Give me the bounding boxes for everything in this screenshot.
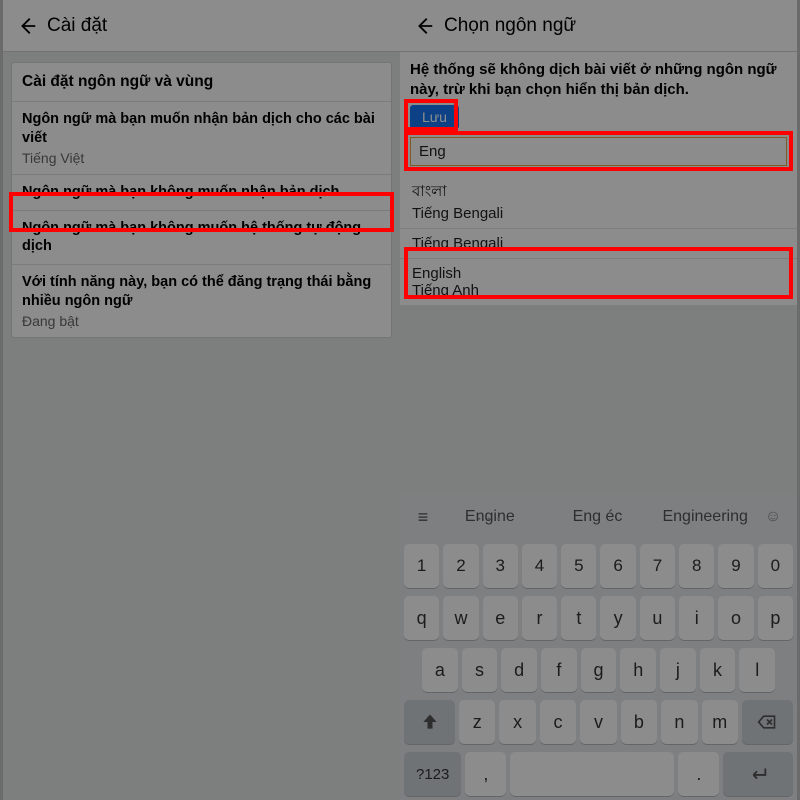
key-z[interactable]: z bbox=[459, 700, 495, 744]
keyboard-menu-icon[interactable]: ≡ bbox=[410, 507, 436, 528]
backspace-icon bbox=[757, 712, 777, 732]
key-7[interactable]: 7 bbox=[640, 544, 675, 588]
arrow-left-icon bbox=[413, 15, 435, 37]
settings-row-highlighted[interactable]: Ngôn ngữ mà bạn không muốn hệ thống tự đ… bbox=[12, 211, 391, 266]
key-s[interactable]: s bbox=[462, 648, 498, 692]
key-j[interactable]: j bbox=[660, 648, 696, 692]
settings-row[interactable]: Với tính năng này, bạn có thể đăng trạng… bbox=[12, 265, 391, 337]
key-l[interactable]: l bbox=[739, 648, 775, 692]
key-t[interactable]: t bbox=[561, 596, 596, 640]
soft-keyboard: ≡ Engine• • • Eng éc Engineering ☺ 1 2 3… bbox=[400, 494, 797, 800]
language-native: English bbox=[412, 265, 785, 282]
key-g[interactable]: g bbox=[581, 648, 617, 692]
key-3[interactable]: 3 bbox=[483, 544, 518, 588]
language-row-english[interactable]: English Tiếng Anh bbox=[400, 259, 797, 306]
key-0[interactable]: 0 bbox=[758, 544, 793, 588]
key-f[interactable]: f bbox=[541, 648, 577, 692]
right-screen: Chọn ngôn ngữ Hệ thống sẽ không dịch bài… bbox=[400, 0, 797, 800]
key-m[interactable]: m bbox=[702, 700, 738, 744]
key-q[interactable]: q bbox=[404, 596, 439, 640]
key-2[interactable]: 2 bbox=[443, 544, 478, 588]
space-key[interactable] bbox=[510, 752, 674, 796]
emoji-icon[interactable]: ☺ bbox=[759, 508, 787, 526]
settings-row[interactable]: Ngôn ngữ mà bạn không muốn nhận bản dịch bbox=[12, 175, 391, 211]
key-8[interactable]: 8 bbox=[679, 544, 714, 588]
key-c[interactable]: c bbox=[540, 700, 576, 744]
row-title: Với tính năng này, bạn có thể đăng trạng… bbox=[22, 273, 381, 311]
group-title: Cài đặt ngôn ngữ và vùng bbox=[12, 63, 391, 102]
settings-group: Cài đặt ngôn ngữ và vùng Ngôn ngữ mà bạn… bbox=[11, 62, 392, 338]
period-key[interactable]: . bbox=[678, 752, 719, 796]
search-wrap bbox=[400, 135, 797, 174]
description-text: Hệ thống sẽ không dịch bài viết ở những … bbox=[400, 52, 797, 105]
arrow-left-icon bbox=[16, 15, 38, 37]
save-wrap: Lưu bbox=[400, 105, 797, 135]
shift-key[interactable] bbox=[404, 700, 455, 744]
key-row-bottom: ?123 , . bbox=[400, 748, 797, 800]
suggestion-word[interactable]: Engineering bbox=[651, 508, 759, 526]
row-title: Ngôn ngữ mà bạn không muốn nhận bản dịch bbox=[22, 183, 381, 202]
shift-icon bbox=[420, 712, 440, 732]
settings-row[interactable]: Ngôn ngữ mà bạn muốn nhận bản dịch cho c… bbox=[12, 102, 391, 175]
left-screen: Cài đặt Cài đặt ngôn ngữ và vùng Ngôn ng… bbox=[3, 0, 400, 800]
key-u[interactable]: u bbox=[640, 596, 675, 640]
key-1[interactable]: 1 bbox=[404, 544, 439, 588]
row-sub: Đang bật bbox=[22, 313, 381, 329]
left-header: Cài đặt bbox=[3, 0, 400, 52]
suggestion-word[interactable]: Eng éc bbox=[544, 508, 652, 526]
key-n[interactable]: n bbox=[661, 700, 697, 744]
key-9[interactable]: 9 bbox=[718, 544, 753, 588]
save-button[interactable]: Lưu bbox=[410, 105, 459, 129]
enter-key[interactable] bbox=[723, 752, 793, 796]
key-k[interactable]: k bbox=[700, 648, 736, 692]
language-local: Tiếng Bengali bbox=[412, 205, 785, 222]
key-a[interactable]: a bbox=[422, 648, 458, 692]
suggestion-word[interactable]: Engine• • • bbox=[436, 508, 544, 526]
key-4[interactable]: 4 bbox=[522, 544, 557, 588]
language-row[interactable]: বাংলা Tiếng Bengali bbox=[400, 174, 797, 229]
key-6[interactable]: 6 bbox=[600, 544, 635, 588]
language-row[interactable]: Tiếng Bengali bbox=[400, 229, 797, 259]
key-v[interactable]: v bbox=[580, 700, 616, 744]
backspace-key[interactable] bbox=[742, 700, 793, 744]
key-o[interactable]: o bbox=[718, 596, 753, 640]
key-r[interactable]: r bbox=[522, 596, 557, 640]
enter-icon bbox=[747, 763, 769, 785]
key-i[interactable]: i bbox=[679, 596, 714, 640]
key-b[interactable]: b bbox=[621, 700, 657, 744]
comma-key[interactable]: , bbox=[465, 752, 506, 796]
symbols-key[interactable]: ?123 bbox=[404, 752, 461, 796]
key-e[interactable]: e bbox=[483, 596, 518, 640]
suggestion-bar: ≡ Engine• • • Eng éc Engineering ☺ bbox=[400, 494, 797, 540]
key-row-z: z x c v b n m bbox=[400, 696, 797, 748]
language-local: Tiếng Bengali bbox=[412, 235, 785, 252]
row-sub: Tiếng Việt bbox=[22, 150, 381, 166]
left-header-title: Cài đặt bbox=[47, 15, 107, 37]
key-p[interactable]: p bbox=[758, 596, 793, 640]
key-h[interactable]: h bbox=[620, 648, 656, 692]
language-native: বাংলা bbox=[412, 180, 785, 205]
key-5[interactable]: 5 bbox=[561, 544, 596, 588]
key-y[interactable]: y bbox=[600, 596, 635, 640]
row-title: Ngôn ngữ mà bạn không muốn hệ thống tự đ… bbox=[22, 219, 381, 257]
key-row-numbers: 1 2 3 4 5 6 7 8 9 0 bbox=[400, 540, 797, 592]
key-w[interactable]: w bbox=[443, 596, 478, 640]
key-row-a: a s d f g h j k l bbox=[400, 644, 797, 696]
row-title: Ngôn ngữ mà bạn muốn nhận bản dịch cho c… bbox=[22, 110, 381, 148]
language-search-input[interactable] bbox=[410, 137, 787, 166]
key-row-q: q w e r t y u i o p bbox=[400, 592, 797, 644]
key-x[interactable]: x bbox=[499, 700, 535, 744]
back-button[interactable] bbox=[11, 10, 43, 42]
language-local: Tiếng Anh bbox=[412, 282, 785, 299]
key-d[interactable]: d bbox=[501, 648, 537, 692]
back-button[interactable] bbox=[408, 10, 440, 42]
right-header-title: Chọn ngôn ngữ bbox=[444, 15, 576, 37]
right-header: Chọn ngôn ngữ bbox=[400, 0, 797, 52]
